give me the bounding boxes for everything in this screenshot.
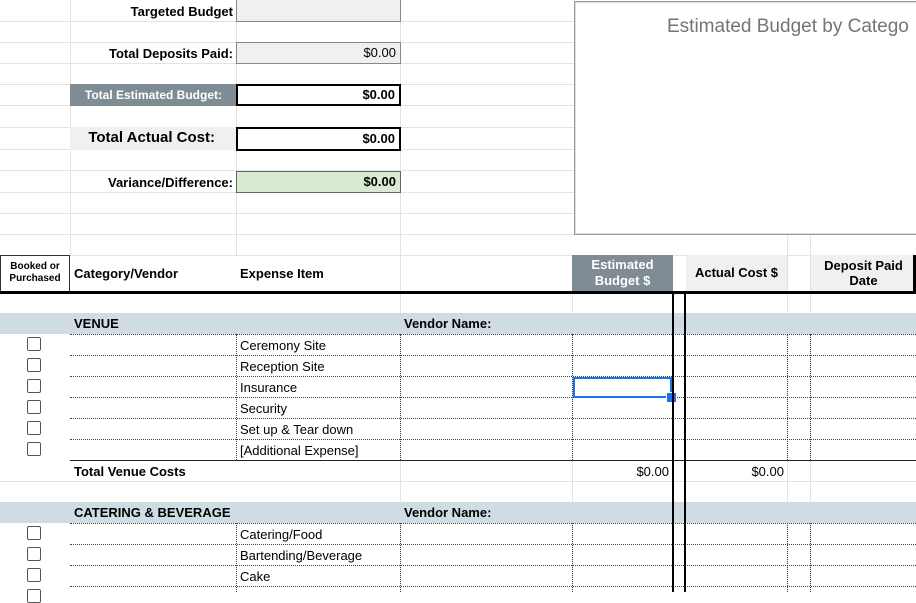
variance-label: Variance/Difference: (107, 175, 233, 190)
col-deposit-date-label: Deposit Paid Date (824, 258, 903, 288)
col-category-header: Category/Vendor (74, 266, 179, 281)
total-estimated-value[interactable]: $0.00 (236, 84, 401, 106)
expense-item[interactable]: Bartending/Beverage (240, 548, 362, 563)
booked-checkbox[interactable] (27, 526, 41, 540)
total-actual-label: Total Actual Cost: (88, 129, 215, 146)
expense-item[interactable]: [Additional Expense] (240, 443, 359, 458)
total-deposits-label: Total Deposits Paid: (109, 46, 233, 61)
col-deposit-date-header: Deposit Paid Date (811, 255, 916, 291)
total-venue-estimated[interactable]: $0.00 (572, 464, 669, 479)
column-divider-thick (684, 291, 686, 592)
booked-checkbox[interactable] (27, 421, 41, 435)
total-venue-actual[interactable]: $0.00 (686, 464, 784, 479)
total-actual-value[interactable]: $0.00 (236, 127, 401, 151)
section-header-catering[interactable]: CATERING & BEVERAGE Vendor Name: (0, 502, 916, 523)
col-actual-header: Actual Cost $ (686, 255, 787, 291)
selected-cell[interactable] (573, 377, 672, 398)
booked-checkbox[interactable] (27, 547, 41, 561)
col-estimated-header: Estimated Budget $ (572, 255, 673, 291)
expense-item[interactable]: Reception Site (240, 359, 325, 374)
booked-checkbox[interactable] (27, 589, 41, 603)
section-title: CATERING & BEVERAGE (74, 505, 231, 520)
col-booked-label: Booked or Purchased (9, 261, 61, 284)
col-actual-label: Actual Cost $ (694, 265, 779, 280)
expense-item[interactable]: Security (240, 401, 287, 416)
vendor-name-label: Vendor Name: (404, 505, 492, 520)
expense-item[interactable]: Ceremony Site (240, 338, 326, 353)
budget-chart[interactable]: Estimated Budget by Catego (574, 1, 916, 235)
targeted-budget-field[interactable] (236, 0, 401, 22)
chart-title: Estimated Budget by Catego (667, 16, 909, 37)
col-booked-header: Booked or Purchased (0, 255, 70, 291)
vendor-name-label: Vendor Name: (404, 316, 492, 331)
expense-item[interactable]: Cake (240, 569, 270, 584)
section-header-venue[interactable]: VENUE Vendor Name: (0, 313, 916, 334)
expense-item[interactable]: Catering/Food (240, 527, 322, 542)
col-estimated-label: Estimated Budget $ (591, 257, 654, 288)
booked-checkbox[interactable] (27, 568, 41, 582)
col-expense-header: Expense Item (240, 266, 324, 281)
variance-value[interactable]: $0.00 (236, 171, 401, 193)
total-deposits-value[interactable]: $0.00 (236, 42, 401, 64)
booked-checkbox[interactable] (27, 337, 41, 351)
expense-item[interactable]: Set up & Tear down (240, 422, 353, 437)
expense-item[interactable]: Insurance (240, 380, 297, 395)
total-estimated-label: Total Estimated Budget: (70, 84, 236, 106)
header-bottom-border (0, 291, 916, 294)
column-divider-thick (672, 291, 674, 592)
targeted-budget-label: Targeted Budget (130, 4, 233, 19)
booked-checkbox[interactable] (27, 358, 41, 372)
booked-checkbox[interactable] (27, 442, 41, 456)
total-venue-label: Total Venue Costs (74, 464, 186, 479)
section-title: VENUE (74, 316, 119, 331)
booked-checkbox[interactable] (27, 400, 41, 414)
booked-checkbox[interactable] (27, 379, 41, 393)
